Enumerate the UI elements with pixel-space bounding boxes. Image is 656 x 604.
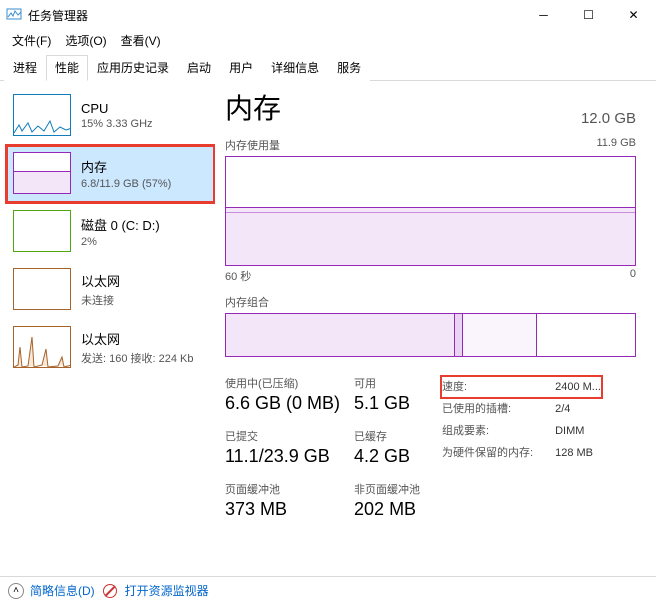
window-title: 任务管理器 <box>28 7 521 24</box>
stats-area: 使用中(已压缩) 6.6 GB (0 MB) 已提交 11.1/23.9 GB 页面… <box>225 375 636 520</box>
stat-nonpaged-label: 非页面缓冲池 <box>354 481 420 497</box>
stat-paged-label: 页面缓冲池 <box>225 481 340 497</box>
eth0-mini-graph <box>13 268 71 310</box>
tab-details[interactable]: 详细信息 <box>262 55 328 81</box>
sidebar-mem-name: 内存 <box>81 157 171 176</box>
menu-view[interactable]: 查看(V) <box>115 30 167 51</box>
tab-processes[interactable]: 进程 <box>4 55 46 81</box>
tab-startup[interactable]: 启动 <box>178 55 220 81</box>
meta-hw-val: 128 MB <box>555 443 601 463</box>
sidebar-item-eth0[interactable]: 以太网 未连接 <box>6 261 215 319</box>
sidebar-eth1-name: 以太网 <box>81 329 194 348</box>
eth1-mini-graph <box>13 326 71 368</box>
menu-file[interactable]: 文件(F) <box>6 30 57 51</box>
menu-options[interactable]: 选项(O) <box>59 30 112 51</box>
tab-services[interactable]: 服务 <box>328 55 370 81</box>
chart-axis-right: 0 <box>630 268 636 284</box>
chevron-up-icon[interactable]: ˄ <box>8 583 24 599</box>
stat-inuse-value: 6.6 GB (0 MB) <box>225 393 340 414</box>
meta-form-val: DIMM <box>555 421 601 441</box>
meta-speed-key: 速度: <box>442 377 553 397</box>
meta-speed-val: 2400 M... <box>555 377 601 397</box>
close-button[interactable]: ✕ <box>611 0 656 30</box>
memory-mini-graph <box>13 152 71 194</box>
stat-cached-label: 已缓存 <box>354 428 420 444</box>
stat-inuse-label: 使用中(已压缩) <box>225 375 340 391</box>
sidebar-item-eth1[interactable]: 以太网 发送: 160 接收: 224 Kb <box>6 319 215 377</box>
titlebar: 任务管理器 ─ ☐ ✕ <box>0 0 656 30</box>
resource-monitor-icon <box>103 584 117 598</box>
tab-performance[interactable]: 性能 <box>46 55 88 81</box>
menubar: 文件(F) 选项(O) 查看(V) <box>0 30 656 50</box>
stat-nonpaged-value: 202 MB <box>354 499 420 520</box>
sidebar-cpu-name: CPU <box>81 101 153 116</box>
sidebar-item-memory[interactable]: 内存 6.8/11.9 GB (57%) <box>6 145 215 203</box>
stat-paged-value: 373 MB <box>225 499 340 520</box>
composition-label: 内存组合 <box>225 294 269 310</box>
chart-axis-left: 60 秒 <box>225 268 251 284</box>
stat-cached-value: 4.2 GB <box>354 446 420 467</box>
memory-meta-table: 速度:2400 M... 已使用的插槽:2/4 组成要素:DIMM 为硬件保留的… <box>440 375 603 465</box>
meta-hw-key: 为硬件保留的内存: <box>442 443 553 463</box>
open-resource-monitor-link[interactable]: 打开资源监视器 <box>125 582 209 599</box>
sidebar-disk-sub: 2% <box>81 236 160 248</box>
detail-panel: 内存 12.0 GB 内存使用量 11.9 GB 60 秒 0 内存组合 使用中… <box>215 81 656 576</box>
detail-title: 内存 <box>225 87 281 127</box>
memory-composition-chart <box>225 313 636 357</box>
tabstrip: 进程 性能 应用历史记录 启动 用户 详细信息 服务 <box>0 50 656 81</box>
sidebar-item-disk[interactable]: 磁盘 0 (C: D:) 2% <box>6 203 215 261</box>
tab-users[interactable]: 用户 <box>220 55 262 81</box>
stat-commit-label: 已提交 <box>225 428 340 444</box>
sidebar-eth1-sub: 发送: 160 接收: 224 Kb <box>81 350 194 366</box>
sidebar-eth0-sub: 未连接 <box>81 292 120 308</box>
sidebar-cpu-sub: 15% 3.33 GHz <box>81 118 153 130</box>
stat-commit-value: 11.1/23.9 GB <box>225 446 340 467</box>
app-icon <box>6 7 22 23</box>
memory-usage-chart <box>225 156 636 266</box>
cpu-mini-graph <box>13 94 71 136</box>
usage-chart-label: 内存使用量 <box>225 137 280 153</box>
maximize-button[interactable]: ☐ <box>566 0 611 30</box>
stat-avail-value: 5.1 GB <box>354 393 420 414</box>
usage-chart-max: 11.9 GB <box>596 137 636 153</box>
meta-form-key: 组成要素: <box>442 421 553 441</box>
meta-slots-key: 已使用的插槽: <box>442 399 553 419</box>
disk-mini-graph <box>13 210 71 252</box>
meta-slots-val: 2/4 <box>555 399 601 419</box>
sidebar-disk-name: 磁盘 0 (C: D:) <box>81 215 160 234</box>
sidebar-mem-sub: 6.8/11.9 GB (57%) <box>81 178 171 190</box>
tab-app-history[interactable]: 应用历史记录 <box>88 55 178 81</box>
detail-capacity: 12.0 GB <box>581 110 636 127</box>
minimize-button[interactable]: ─ <box>521 0 566 30</box>
footer: ˄ 简略信息(D) 打开资源监视器 <box>0 576 656 604</box>
stat-avail-label: 可用 <box>354 375 420 391</box>
fewer-details-link[interactable]: 简略信息(D) <box>30 582 95 599</box>
sidebar-item-cpu[interactable]: CPU 15% 3.33 GHz <box>6 87 215 145</box>
sidebar-eth0-name: 以太网 <box>81 271 120 290</box>
main-area: CPU 15% 3.33 GHz 内存 6.8/11.9 GB (57%) 磁盘… <box>0 81 656 576</box>
sidebar: CPU 15% 3.33 GHz 内存 6.8/11.9 GB (57%) 磁盘… <box>0 81 215 576</box>
